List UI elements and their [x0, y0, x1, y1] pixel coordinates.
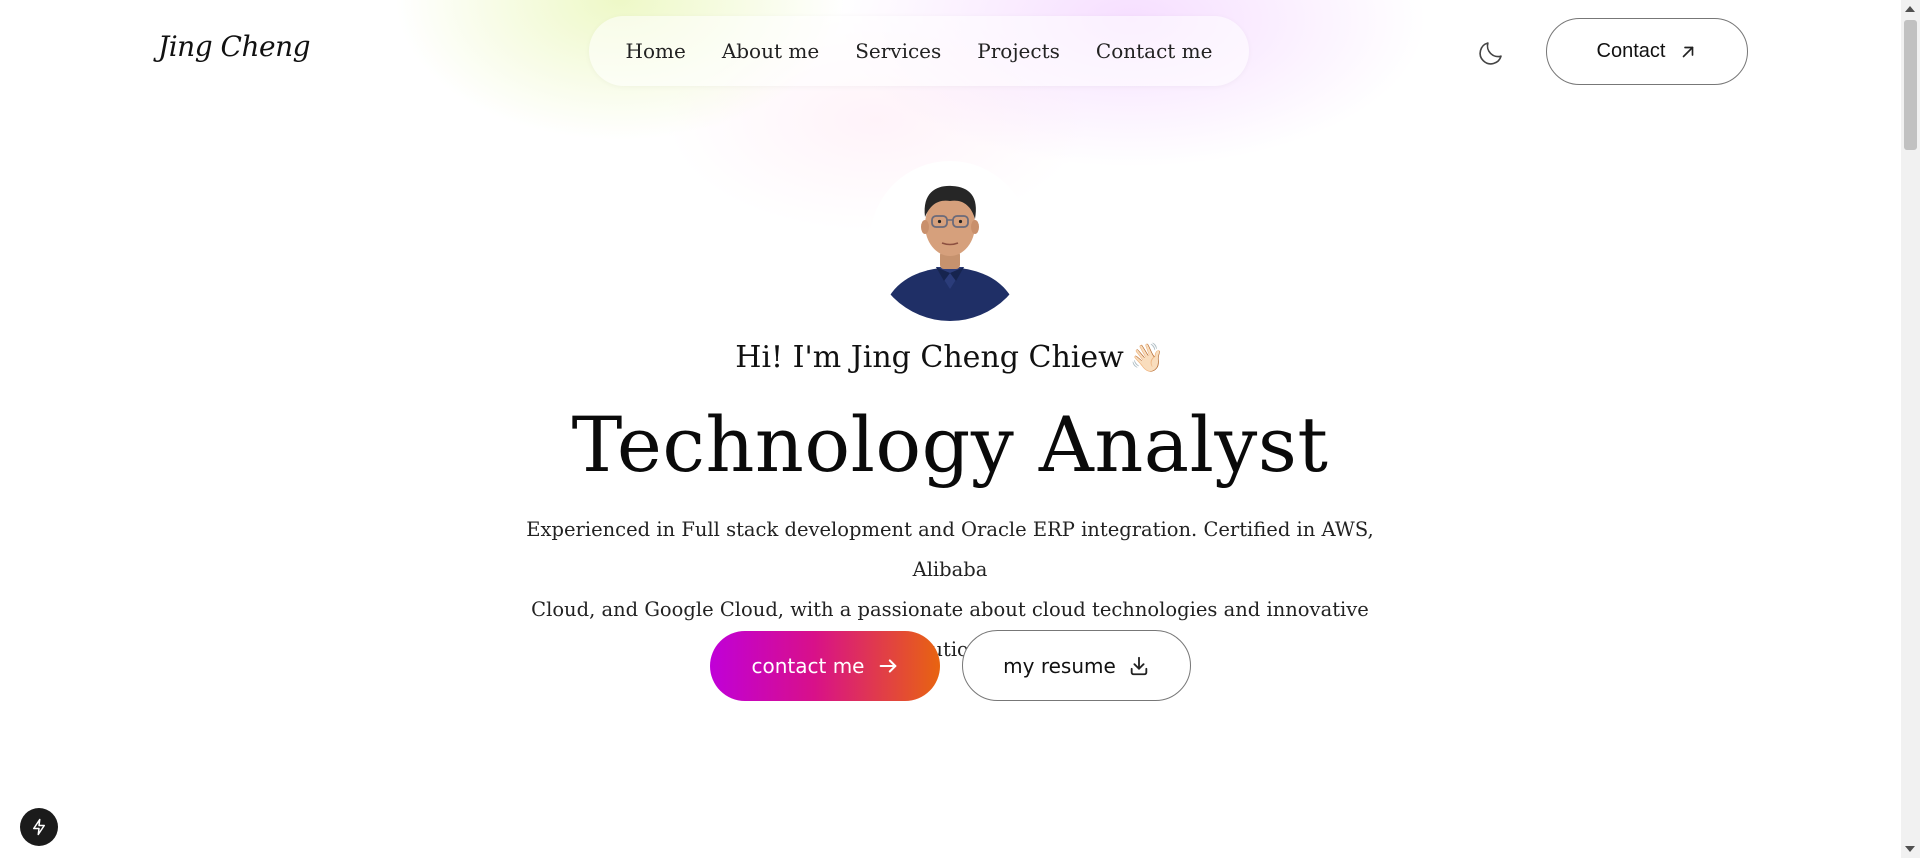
main-nav: Home About me Services Projects Contact …: [589, 16, 1249, 86]
scroll-down-arrow-icon[interactable]: [1905, 846, 1915, 852]
resume-label: my resume: [1003, 653, 1116, 678]
hero-intro: Experienced in Full stack development an…: [520, 510, 1380, 670]
profile-avatar: [870, 161, 1030, 321]
nav-item-home[interactable]: Home: [626, 39, 686, 63]
quick-action-button[interactable]: [20, 808, 58, 846]
nav-item-services[interactable]: Services: [855, 39, 941, 63]
hero-headline: Technology Analyst: [571, 400, 1329, 489]
site-logo[interactable]: Jing Cheng: [158, 30, 311, 63]
lightning-icon: [33, 818, 45, 836]
moon-icon: [1479, 42, 1502, 65]
nav-item-projects[interactable]: Projects: [977, 39, 1060, 63]
scroll-up-arrow-icon[interactable]: [1905, 6, 1915, 12]
intro-line-1: Experienced in Full stack development an…: [526, 518, 1374, 581]
intro-line-2: Cloud, and Google Cloud, with a passiona…: [531, 598, 1369, 661]
nav-item-about[interactable]: About me: [722, 39, 819, 63]
contact-me-button[interactable]: contact me: [710, 631, 940, 701]
waving-hand-icon: 👋🏻: [1129, 341, 1165, 374]
header-contact-button[interactable]: Contact: [1546, 18, 1748, 85]
arrow-up-right-icon: [1683, 46, 1694, 57]
nav-item-contact[interactable]: Contact me: [1096, 39, 1213, 63]
scrollbar-thumb[interactable]: [1904, 20, 1917, 150]
header-contact-label: Contact: [1596, 40, 1666, 62]
contact-me-label: contact me: [751, 654, 865, 678]
resume-download-button[interactable]: my resume: [962, 630, 1191, 701]
page-scrollbar[interactable]: [1901, 0, 1920, 858]
hero-greeting: Hi! I'm Jing Cheng Chiew 👋🏻: [0, 340, 1900, 375]
download-icon: [1130, 656, 1148, 675]
arrow-right-icon: [879, 659, 896, 673]
greeting-text: Hi! I'm Jing Cheng Chiew: [735, 340, 1124, 375]
theme-toggle-button[interactable]: [1474, 36, 1508, 70]
